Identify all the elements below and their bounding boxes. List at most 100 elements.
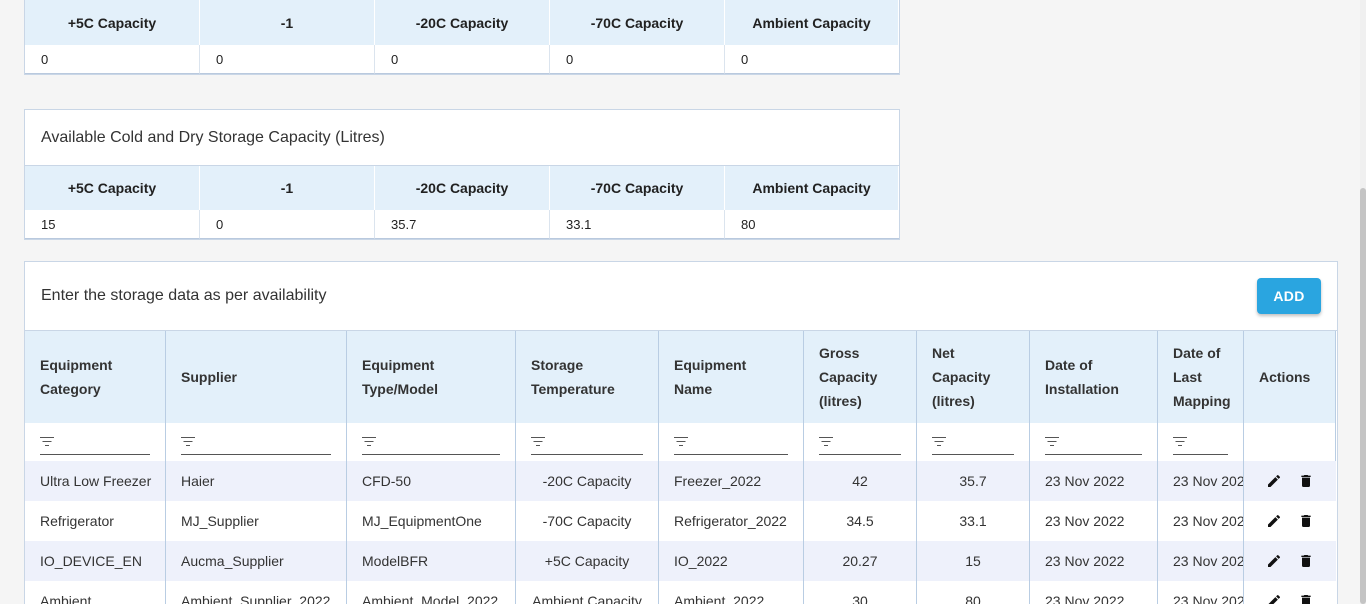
row-actions [1244,581,1336,604]
column-filter-input[interactable] [362,429,500,455]
header-line: Capacity [819,369,878,385]
filter-icon[interactable] [819,436,833,447]
filter-icon[interactable] [362,436,376,447]
table-cell: 20.27 [804,541,917,581]
table-cell: 0 [200,210,375,239]
column-header[interactable]: Supplier [166,331,347,423]
column-header: Ambient Capacity [725,0,899,45]
filter-icon[interactable] [1045,436,1059,447]
column-header-label: Equipment Name [674,353,746,401]
pencil-icon[interactable] [1265,472,1283,490]
column-header-label: Equipment Type/Model [362,353,438,401]
filter-icon[interactable] [932,436,946,447]
table-cell: Ambient_Supplier_2022 [166,581,347,604]
column-header[interactable]: Equipment Category [25,331,166,423]
table-cell: Ambient_2022 [659,581,804,604]
pencil-icon[interactable] [1265,552,1283,570]
filter-cell [25,423,166,461]
table-cell: Refrigerator [25,501,166,541]
column-header-label: Supplier [181,365,237,389]
header-line: Equipment [362,357,435,373]
pencil-icon[interactable] [1265,592,1283,604]
column-filter-input[interactable] [674,429,788,455]
column-header[interactable]: Date of Installation [1030,331,1158,423]
header-line: Storage [531,357,584,373]
filter-icon[interactable] [1173,436,1187,447]
filter-cell [1158,423,1244,461]
trash-icon[interactable] [1297,552,1315,570]
header-line: Capacity [932,369,991,385]
column-header[interactable]: Date of Last Mapping [1158,331,1244,423]
column-header: -1 [200,0,375,45]
filter-icon[interactable] [674,436,688,447]
scrollbar[interactable] [1360,0,1366,604]
column-filter-input[interactable] [40,429,150,455]
column-header[interactable]: Storage Temperature [516,331,659,423]
table-cell: 15 [25,210,200,239]
column-filter-input[interactable] [819,429,901,455]
column-filter-input[interactable] [1173,429,1228,455]
filter-cell [804,423,917,461]
pencil-icon[interactable] [1265,512,1283,530]
header-line: Temperature [531,381,615,397]
capacity-table-grid: +5C Capacity -1 -20C Capacity -70C Capac… [25,166,899,239]
column-header-label: Date of Installation [1045,353,1119,401]
column-header-label: Gross Capacity (litres) [819,341,877,413]
filter-icon[interactable] [181,436,195,447]
table-cell: CFD-50 [347,461,516,501]
column-header: -70C Capacity [550,0,725,45]
table-cell: 23 Nov 2022 [1158,501,1244,541]
table-cell: +5C Capacity [516,541,659,581]
trash-icon[interactable] [1297,512,1315,530]
row-actions [1244,501,1336,541]
filter-icon[interactable] [40,436,54,447]
column-header[interactable]: Actions [1244,331,1336,423]
add-button[interactable]: ADD [1257,278,1321,314]
table-cell: 0 [550,45,725,74]
table-cell: 34.5 [804,501,917,541]
table-cell: 0 [375,45,550,74]
scrollbar-thumb[interactable] [1360,188,1366,604]
table-cell: Freezer_2022 [659,461,804,501]
header-line: (litres) [819,393,862,409]
table-cell: 23 Nov 2022 [1158,461,1244,501]
header-line: Category [40,381,101,397]
card-title: Available Cold and Dry Storage Capacity … [25,110,899,166]
header-line: Type/Model [362,381,438,397]
capacity-table-grid: +5C Capacity -1 -20C Capacity -70C Capac… [25,0,899,74]
column-header[interactable]: Equipment Name [659,331,804,423]
table-cell: -70C Capacity [516,501,659,541]
table-cell: Ambient [25,581,166,604]
header-line: Supplier [181,369,238,385]
header-line: Gross [819,345,860,361]
column-filter-input[interactable] [1045,429,1142,455]
table-cell: IO_2022 [659,541,804,581]
column-header[interactable]: Gross Capacity (litres) [804,331,917,423]
storage-table: Equipment Category Supplier Equipment Type/M… [25,331,1337,604]
table-cell: Ultra Low Freezer [25,461,166,501]
filter-cell [347,423,516,461]
table-cell: IO_DEVICE_EN [25,541,166,581]
filter-icon[interactable] [531,436,545,447]
trash-icon[interactable] [1297,472,1315,490]
header-line: Name [674,381,713,397]
column-filter-input[interactable] [181,429,331,455]
column-filter-input[interactable] [932,429,1014,455]
table-cell: Refrigerator_2022 [659,501,804,541]
table-cell: 35.7 [375,210,550,239]
table-cell: MJ_Supplier [166,501,347,541]
capacity-summary-table: +5C Capacity -1 -20C Capacity -70C Capac… [24,0,900,75]
table-cell: 15 [917,541,1030,581]
column-header: -1 [200,166,375,210]
table-cell: 30 [804,581,917,604]
trash-icon[interactable] [1297,592,1315,604]
table-cell: MJ_EquipmentOne [347,501,516,541]
header-line: Last [1173,369,1202,385]
column-header[interactable]: Net Capacity (litres) [917,331,1030,423]
header-line: Installation [1045,381,1119,397]
column-header-label: Actions [1259,365,1310,389]
header-line: Net [932,345,955,361]
column-header: +5C Capacity [25,166,200,210]
column-filter-input[interactable] [531,429,643,455]
column-header[interactable]: Equipment Type/Model [347,331,516,423]
